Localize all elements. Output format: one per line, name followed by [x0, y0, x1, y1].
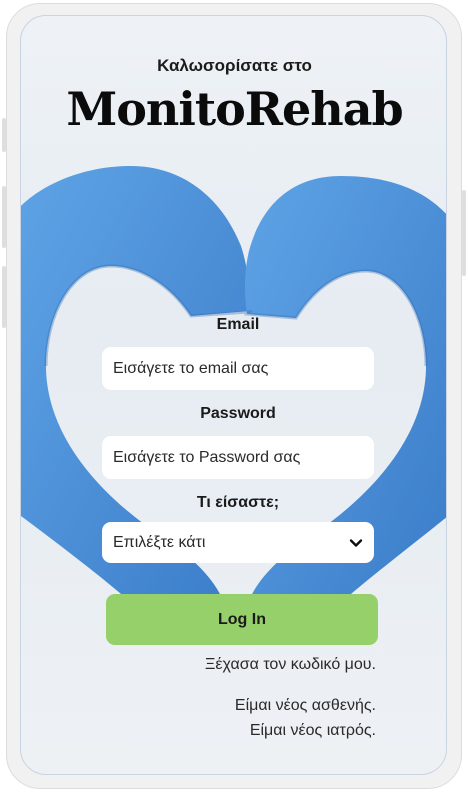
email-label: Email [216, 316, 260, 333]
forgot-password-link[interactable]: Ξέχασα τον κωδικό μου. [205, 656, 376, 674]
phone-side-button [462, 190, 466, 276]
new-doctor-link[interactable]: Είμαι νέος ιατρός. [250, 722, 376, 740]
chevron-down-icon [349, 536, 363, 550]
email-placeholder: Εισάγετε το email σας [113, 359, 269, 377]
phone-side-button [2, 118, 6, 152]
app-screen: Καλωσορίσατε στο MonitoRehab Email Εισάγ… [20, 15, 447, 775]
password-field[interactable]: Εισάγετε το Password σας [102, 436, 374, 479]
phone-side-button [2, 186, 6, 248]
login-button[interactable]: Log In [106, 594, 378, 645]
app-brand-title: MonitoRehab [66, 82, 403, 136]
password-placeholder: Εισάγετε το Password σας [113, 448, 301, 466]
role-label: Τι είσαστε; [196, 494, 280, 511]
role-select-value: Επιλέξτε κάτι [113, 533, 206, 551]
email-field[interactable]: Εισάγετε το email σας [102, 347, 374, 390]
password-label: Password [200, 405, 276, 422]
welcome-text: Καλωσορίσατε στο [157, 56, 312, 75]
phone-side-button [2, 266, 6, 328]
new-patient-link[interactable]: Είμαι νέος ασθενής. [235, 697, 376, 715]
role-select[interactable]: Επιλέξτε κάτι [102, 522, 374, 563]
